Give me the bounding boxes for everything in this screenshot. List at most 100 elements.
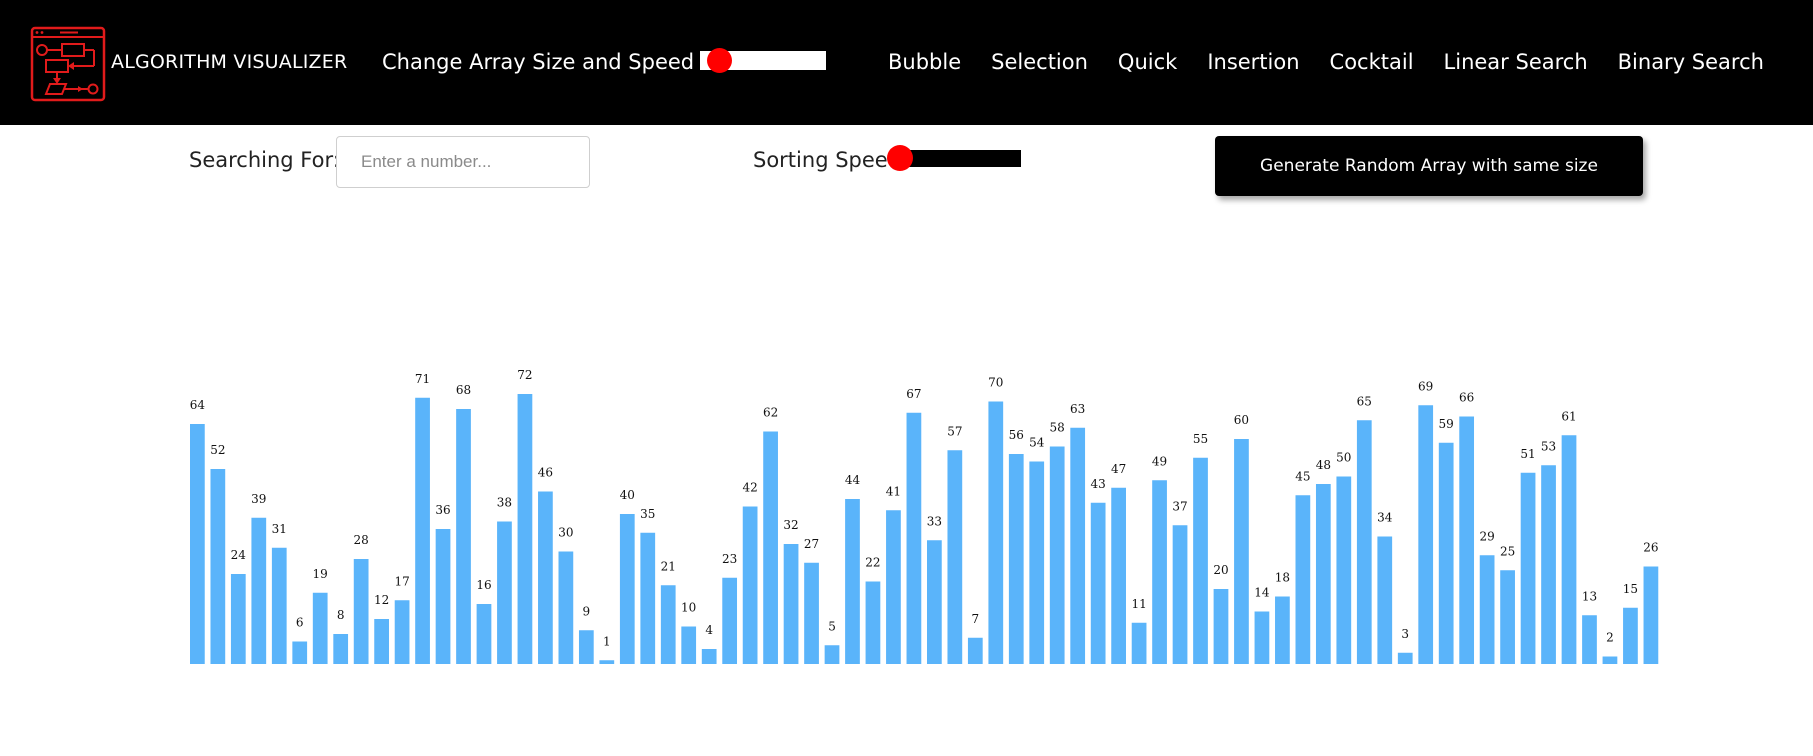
array-bar-value-label: 38	[497, 496, 512, 510]
array-bar-value-label: 43	[1091, 477, 1106, 491]
array-bar-value-label: 39	[251, 492, 266, 506]
array-bar-value-label: 3	[1401, 627, 1409, 641]
array-bar	[619, 514, 635, 664]
array-bar-value-label: 71	[415, 372, 430, 386]
array-bar	[456, 409, 471, 664]
array-bar-value-label: 22	[865, 556, 880, 570]
array-bar-value-label: 1	[603, 634, 611, 648]
array-bar	[538, 491, 553, 664]
array-bar-value-label: 42	[742, 481, 757, 495]
array-bar-value-label: 34	[1377, 511, 1393, 525]
array-bar	[804, 562, 819, 664]
array-bar-value-label: 28	[354, 533, 369, 547]
array-bar	[1377, 536, 1393, 664]
array-bar-value-label: 64	[190, 398, 206, 412]
array-bar-value-label: 48	[1316, 458, 1331, 472]
array-bar	[722, 577, 738, 664]
array-bar	[1049, 446, 1065, 664]
array-bar-value-label: 5	[828, 619, 836, 633]
array-bar	[1500, 570, 1515, 664]
array-bar	[1152, 480, 1167, 664]
array-bar-value-label: 27	[804, 537, 819, 551]
array-bar	[742, 506, 758, 664]
array-bar-value-label: 30	[558, 526, 573, 540]
array-bar	[1111, 487, 1126, 664]
array-bar	[1254, 611, 1270, 664]
array-bar-value-label: 70	[988, 376, 1003, 390]
array-bar	[660, 585, 676, 664]
array-bar-value-label: 35	[640, 507, 655, 521]
array-bar-value-label: 58	[1050, 421, 1065, 435]
array-bar	[967, 637, 983, 664]
array-bar	[251, 517, 267, 664]
array-bar	[1459, 416, 1475, 664]
array-bar-value-label: 8	[337, 608, 345, 622]
array-bar	[190, 424, 205, 664]
array-bar-value-label: 65	[1357, 394, 1372, 408]
array-bar-value-label: 57	[947, 424, 962, 438]
array-bar	[578, 630, 594, 664]
array-bar	[1315, 484, 1331, 664]
array-bar-value-label: 17	[394, 574, 409, 588]
array-bar	[1479, 555, 1495, 664]
array-bar-value-label: 67	[906, 387, 921, 401]
array-bar-value-label: 18	[1275, 571, 1290, 585]
array-bar-value-label: 44	[845, 473, 861, 487]
array-bar-value-label: 9	[583, 604, 591, 618]
array-bar-value-label: 16	[476, 578, 491, 592]
array-bar	[763, 431, 778, 664]
array-bar-value-label: 66	[1459, 391, 1474, 405]
array-bar	[1623, 607, 1638, 664]
array-bar	[517, 394, 533, 664]
array-bar	[271, 547, 287, 664]
array-bar	[1070, 427, 1086, 664]
array-bar	[1643, 566, 1659, 664]
array-bar	[1561, 435, 1577, 664]
array-bar	[497, 521, 512, 664]
array-bar	[845, 499, 860, 664]
array-bar	[1520, 472, 1536, 664]
array-bar	[927, 540, 942, 664]
array-bar-value-label: 20	[1213, 563, 1228, 577]
array-bar	[1275, 596, 1290, 664]
array-bar	[1438, 442, 1454, 664]
array-bar-chart: 6452243931619828121771366816387246309140…	[190, 368, 1659, 664]
array-bar-value-label: 46	[538, 466, 553, 480]
array-bar-value-label: 40	[620, 488, 635, 502]
array-bar-value-label: 41	[886, 484, 901, 498]
array-bar	[681, 626, 697, 664]
array-bar	[1295, 495, 1311, 664]
array-bar-value-label: 6	[296, 616, 304, 630]
array-bar-value-label: 21	[661, 559, 676, 573]
array-bar-value-label: 60	[1234, 413, 1249, 427]
array-bar-value-label: 37	[1172, 499, 1187, 513]
array-bar	[906, 412, 922, 664]
array-bar	[374, 619, 389, 664]
array-bar	[886, 510, 901, 664]
array-bar	[1582, 615, 1597, 664]
array-bar-value-label: 14	[1254, 586, 1270, 600]
array-bar-value-label: 52	[210, 443, 225, 457]
array-bar	[435, 529, 451, 664]
array-bar	[353, 559, 369, 664]
array-bar	[1193, 457, 1208, 664]
array-bar-value-label: 29	[1479, 529, 1494, 543]
array-bar-value-label: 15	[1623, 582, 1638, 596]
array-bar-value-label: 25	[1500, 544, 1515, 558]
array-bar-value-label: 11	[1131, 597, 1146, 611]
array-bar-value-label: 32	[783, 518, 798, 532]
array-bar-value-label: 69	[1418, 379, 1433, 393]
array-bar	[1234, 439, 1249, 664]
array-bar-value-label: 72	[517, 368, 532, 382]
array-bar	[1029, 461, 1045, 664]
array-bar	[640, 532, 656, 664]
array-bar-value-label: 24	[231, 548, 247, 562]
array-bar-value-label: 59	[1439, 417, 1454, 431]
array-bar	[1418, 405, 1434, 664]
array-bar-value-label: 45	[1295, 469, 1310, 483]
array-bar-value-label: 51	[1520, 447, 1535, 461]
array-bar	[947, 450, 963, 664]
array-bar	[1602, 656, 1618, 664]
array-bar-value-label: 2	[1606, 631, 1614, 645]
array-bar-value-label: 31	[272, 522, 287, 536]
